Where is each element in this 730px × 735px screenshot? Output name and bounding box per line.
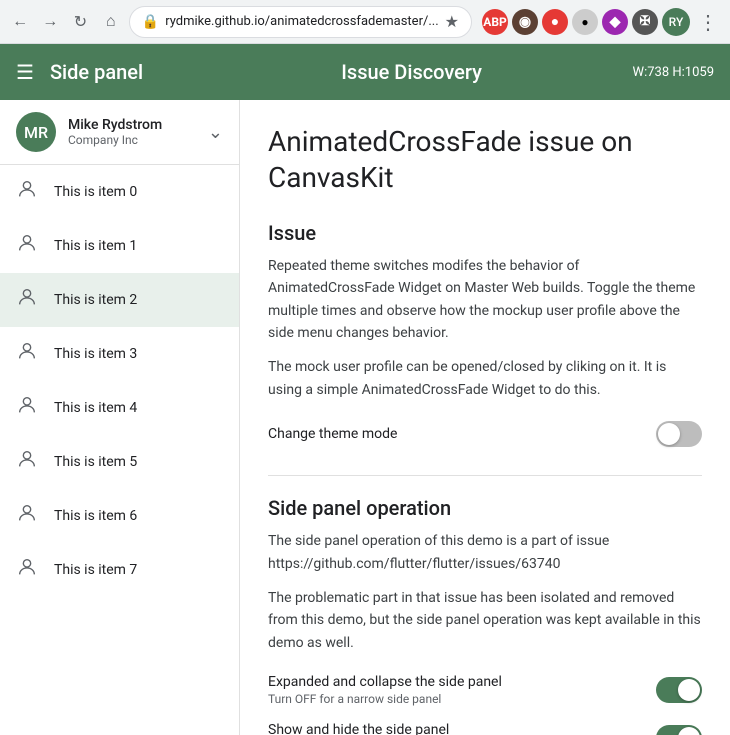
toggle-row-0: Expanded and collapse the side panel Tur… (268, 666, 702, 714)
account-icon-3 (16, 340, 38, 368)
app: ☰ Side panel Issue Discovery W:738 H:105… (0, 44, 730, 735)
home-button[interactable]: ⌂ (99, 8, 123, 36)
browser-menu-icon[interactable]: ⋮ (694, 6, 722, 38)
app-bar-title: Side panel (50, 60, 325, 84)
main-content: AnimatedCrossFade issue on CanvasKit Iss… (240, 100, 730, 735)
toggle-sublabel-0: Turn OFF for a narrow side panel (268, 692, 502, 706)
toggle-label-group-0: Expanded and collapse the side panel Tur… (268, 674, 502, 706)
toggle-knob-1 (678, 727, 700, 735)
refresh-button[interactable]: ↻ (68, 8, 92, 36)
toggle-row-1: Show and hide the side panel Turn OFF to… (268, 714, 702, 735)
back-button[interactable]: ← (8, 8, 32, 36)
bookmark-icon[interactable]: ★ (445, 12, 459, 31)
content-area: MR Mike Rydstrom Company Inc ⌄ This is i… (0, 100, 730, 735)
sidebar-item-label-1: This is item 1 (54, 238, 137, 254)
sidebar-item-label-0: This is item 0 (54, 184, 137, 200)
sidebar-item-label-7: This is item 7 (54, 562, 137, 578)
account-icon-2 (16, 286, 38, 314)
dimensions-label: W:738 H:1059 (633, 65, 714, 80)
account-icon-6 (16, 502, 38, 530)
ext1-icon[interactable]: ◉ (512, 9, 538, 35)
sidebar-item-label-3: This is item 3 (54, 346, 137, 362)
user-avatar-browser[interactable]: RY (662, 8, 690, 36)
forward-button[interactable]: → (38, 8, 62, 36)
browser-chrome: ← → ↻ ⌂ 🔒 rydmike.github.io/animatedcros… (0, 0, 730, 44)
sidebar-item-5[interactable]: This is item 5 (0, 435, 239, 489)
ext5-icon[interactable]: ✠ (632, 9, 658, 35)
toggle-label-1: Show and hide the side panel (268, 722, 494, 735)
account-icon-1 (16, 232, 38, 260)
user-avatar: MR (16, 112, 56, 152)
sidebar-item-1[interactable]: This is item 1 (0, 219, 239, 273)
account-icon-5 (16, 448, 38, 476)
url-text: rydmike.github.io/animatedcrossfademaste… (165, 14, 438, 29)
side-panel-body-2: The problematic part in that issue has b… (268, 587, 702, 654)
change-theme-label: Change theme mode (268, 426, 397, 442)
change-theme-row: Change theme mode (268, 413, 702, 455)
toggle-knob-theme (658, 423, 680, 445)
ext3-icon[interactable]: ● (572, 9, 598, 35)
sidebar-item-label-4: This is item 4 (54, 400, 137, 416)
user-header[interactable]: MR Mike Rydstrom Company Inc ⌄ (0, 100, 239, 165)
abp-icon[interactable]: ABP (482, 9, 508, 35)
chevron-down-icon[interactable]: ⌄ (208, 122, 223, 143)
side-panel-op-heading: Side panel operation (268, 496, 702, 520)
sidebar-item-label-2: This is item 2 (54, 292, 137, 308)
account-icon-4 (16, 394, 38, 422)
app-bar: ☰ Side panel Issue Discovery W:738 H:105… (0, 44, 730, 100)
address-bar[interactable]: 🔒 rydmike.github.io/animatedcrossfademas… (129, 6, 472, 38)
page-title: AnimatedCrossFade issue on CanvasKit (268, 124, 702, 197)
sidebar-item-7[interactable]: This is item 7 (0, 543, 239, 597)
change-theme-toggle[interactable] (656, 421, 702, 447)
ext2-icon[interactable]: ● (542, 9, 568, 35)
issue-body-2: The mock user profile can be opened/clos… (268, 356, 702, 401)
toggle-switch-0[interactable] (656, 677, 702, 703)
user-info: Mike Rydstrom Company Inc (68, 117, 196, 147)
extension-icons: ABP ◉ ● ● ◆ ✠ RY ⋮ (482, 6, 722, 38)
sidebar-item-label-6: This is item 6 (54, 508, 137, 524)
toggle-knob-0 (678, 679, 700, 701)
sidebar-item-0[interactable]: This is item 0 (0, 165, 239, 219)
lock-icon: 🔒 (142, 14, 159, 30)
hamburger-icon[interactable]: ☰ (16, 60, 34, 84)
issue-body-1: Repeated theme switches modifes the beha… (268, 255, 702, 345)
side-panel: MR Mike Rydstrom Company Inc ⌄ This is i… (0, 100, 240, 735)
sidebar-item-6[interactable]: This is item 6 (0, 489, 239, 543)
sidebar-item-3[interactable]: This is item 3 (0, 327, 239, 381)
account-icon-0 (16, 178, 38, 206)
side-panel-body-1: The side panel operation of this demo is… (268, 530, 702, 575)
divider-1 (268, 475, 702, 476)
ext4-icon[interactable]: ◆ (602, 9, 628, 35)
user-company: Company Inc (68, 133, 196, 147)
toggle-switch-1[interactable] (656, 725, 702, 735)
toggle-label-0: Expanded and collapse the side panel (268, 674, 502, 690)
sidebar-item-4[interactable]: This is item 4 (0, 381, 239, 435)
issue-heading: Issue (268, 221, 702, 245)
app-bar-subtitle: Issue Discovery (341, 60, 616, 84)
sidebar-item-label-5: This is item 5 (54, 454, 137, 470)
account-icon-7 (16, 556, 38, 584)
toggle-label-group-1: Show and hide the side panel Turn OFF to… (268, 722, 494, 735)
sidebar-item-2[interactable]: This is item 2 (0, 273, 239, 327)
user-name: Mike Rydstrom (68, 117, 196, 133)
